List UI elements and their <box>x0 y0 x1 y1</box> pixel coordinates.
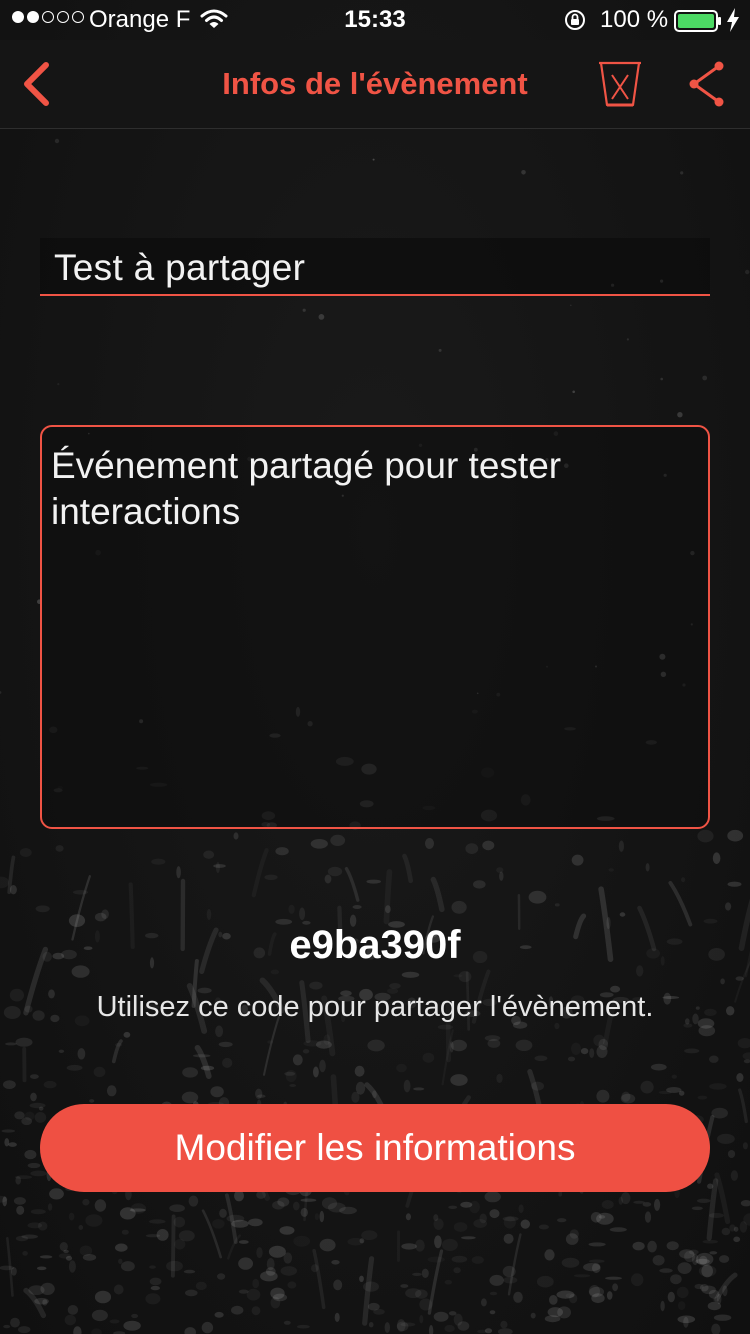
trash-icon <box>599 61 641 107</box>
delete-event-button[interactable] <box>594 54 646 114</box>
event-name-field[interactable]: Test à partager <box>40 238 710 296</box>
battery-percentage: 100 % <box>600 6 669 33</box>
event-name-input[interactable]: Test à partager <box>54 244 305 292</box>
share-code-hint: Utilisez ce code pour partager l'évèneme… <box>96 991 654 1023</box>
back-button[interactable] <box>8 54 64 114</box>
share-code: e9ba390f <box>289 923 461 967</box>
battery-icon <box>674 10 722 39</box>
edit-info-button[interactable]: Modifier les informations <box>40 1104 710 1192</box>
orientation-lock-icon <box>563 8 587 39</box>
share-button[interactable] <box>680 54 732 114</box>
chevron-left-icon <box>24 62 49 106</box>
navigation-bar: Infos de l'évènement <box>0 40 750 129</box>
event-description-textarea[interactable]: Événement partagé pour tester interactio… <box>51 443 688 535</box>
charging-bolt-icon <box>726 8 740 39</box>
event-description-field[interactable]: Événement partagé pour tester interactio… <box>40 425 710 829</box>
event-info-screen: Orange F 15:33 100 % Infos de l'évènemen… <box>0 0 750 1334</box>
page-title: Infos de l'évènement <box>222 66 528 101</box>
share-icon <box>689 61 724 107</box>
status-bar: Orange F 15:33 100 % <box>0 0 750 40</box>
